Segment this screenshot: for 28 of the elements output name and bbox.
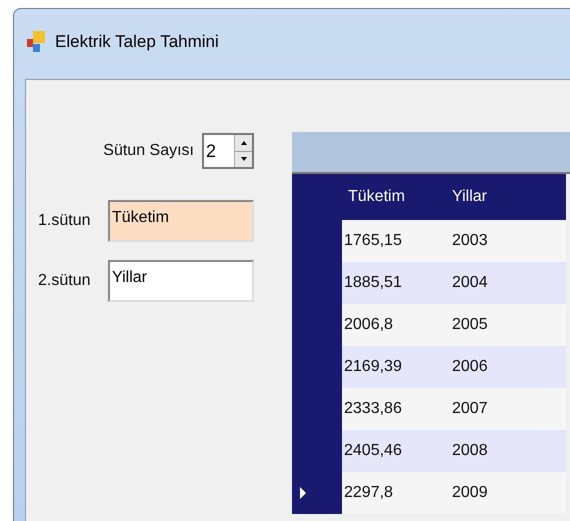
table-cell-text: 2405,46 (343, 441, 403, 461)
column-label: 1.sütun (38, 211, 92, 231)
table-cell-text: 1765,15 (343, 231, 403, 251)
table-cell-text: 2333,86 (343, 399, 403, 419)
table-cell-text: 2006 (452, 357, 489, 377)
table-cell-text: 2003 (452, 231, 489, 251)
spin-up-button[interactable] (235, 135, 252, 152)
column-label: 2.sütun (38, 271, 92, 291)
table-cell-text: 2005 (452, 315, 489, 335)
column-name-field[interactable]: Yillar (108, 260, 254, 302)
column-header[interactable]: Yillar (452, 185, 552, 209)
table-cell-text: 2007 (452, 399, 489, 419)
app-icon (27, 31, 47, 53)
table-cell-text: 2006,8 (343, 315, 394, 335)
column-count-spinner[interactable]: 2 (202, 133, 254, 169)
table-cell-text: 2297,8 (343, 483, 394, 503)
table-cell-text: 2169,39 (343, 357, 403, 377)
table-cell-text: 1885,51 (343, 273, 403, 293)
down-arrow-icon (240, 157, 246, 162)
column-name-field[interactable]: Tüketim (108, 200, 254, 242)
table-cell-text: 2008 (452, 441, 489, 461)
spin-down-button[interactable] (235, 152, 252, 167)
table-cell-text: 2004 (452, 273, 489, 293)
table-cell-text: 2009 (452, 483, 489, 503)
up-arrow-icon (240, 140, 246, 145)
window-title: Elektrik Talep Tahmini (55, 31, 219, 54)
column-header[interactable]: Tüketim (342, 185, 452, 209)
column-count-label: Sütun Sayısı (103, 141, 194, 161)
